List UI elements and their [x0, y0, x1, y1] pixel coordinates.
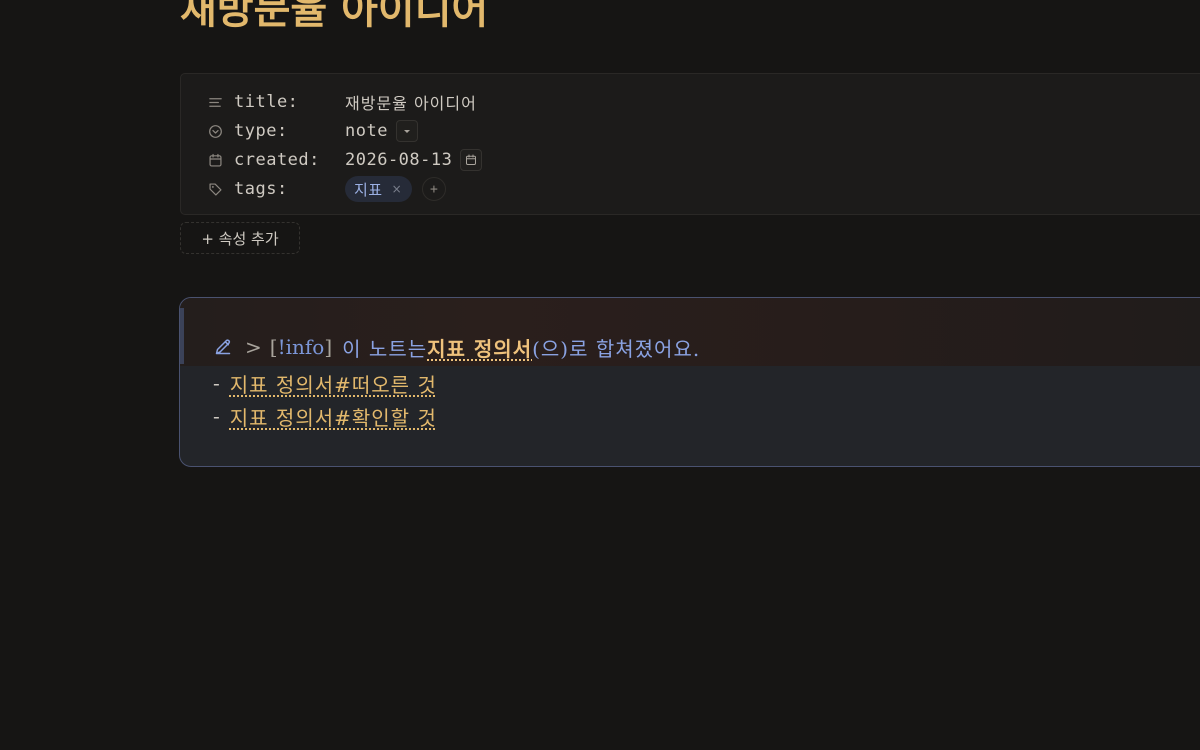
property-key: tags: — [234, 179, 288, 199]
property-row-title[interactable]: title: 재방문율 아이디어 — [207, 89, 477, 115]
property-value-tags: 지표 × + — [345, 176, 447, 202]
callout-title-line[interactable]: > [ !info ] 이 노트는 지표 정의서 (으)로 합쳐졌어요. — [213, 332, 700, 362]
property-value-type[interactable]: note — [345, 120, 418, 142]
property-key: created: — [234, 150, 320, 170]
callout-suffix: (으)로 합쳐졌어요. — [532, 336, 701, 361]
type-dropdown-button[interactable] — [395, 120, 418, 142]
callout-bracket-open: [ — [269, 335, 278, 359]
callout-text: 이 노트는 — [342, 336, 428, 361]
property-row-tags[interactable]: tags: 지표 × + — [207, 176, 447, 202]
property-key: title: — [234, 92, 299, 112]
calendar-icon — [466, 154, 477, 166]
callout-bracket-close: ] — [324, 335, 333, 359]
pencil-icon[interactable] — [213, 337, 233, 357]
tag-label: 지표 — [354, 180, 383, 199]
internal-link[interactable]: 지표 정의서#확인할 것 — [230, 402, 437, 431]
created-date: 2026-08-13 — [345, 150, 453, 170]
list-dash: - — [213, 404, 220, 428]
internal-link[interactable]: 지표 정의서 — [427, 333, 532, 362]
type-value: note — [345, 121, 388, 141]
tag-chip[interactable]: 지표 × — [345, 176, 413, 202]
property-key: type: — [234, 121, 288, 141]
quote-marker: > — [245, 335, 262, 359]
page-title: 재방문율 아이디어 — [180, 0, 489, 33]
property-value-created[interactable]: 2026-08-13 — [345, 149, 483, 171]
text-lines-icon — [207, 94, 223, 110]
list-item: - 지표 정의서#떠오른 것 — [213, 368, 437, 398]
tag-icon — [207, 181, 223, 197]
list-item: - 지표 정의서#확인할 것 — [213, 401, 437, 431]
property-value-title[interactable]: 재방문율 아이디어 — [345, 90, 477, 114]
internal-link[interactable]: 지표 정의서#떠오른 것 — [230, 369, 437, 398]
properties-panel: title: 재방문율 아이디어 type: note created: 202… — [180, 73, 1200, 215]
info-callout[interactable]: > [ !info ] 이 노트는 지표 정의서 (으)로 합쳐졌어요. - 지… — [179, 297, 1200, 467]
property-row-type[interactable]: type: note — [207, 118, 418, 144]
add-tag-button[interactable]: + — [422, 177, 447, 201]
date-picker-button[interactable] — [460, 149, 483, 171]
caret-down-icon — [403, 130, 410, 133]
add-property-button[interactable]: + 속성 추가 — [180, 222, 300, 254]
list-dash: - — [213, 371, 220, 395]
tag-remove-icon[interactable]: × — [392, 182, 403, 196]
callout-type-marker: !info — [277, 335, 325, 359]
property-row-created[interactable]: created: 2026-08-13 — [207, 147, 483, 173]
circle-chevron-icon — [207, 123, 223, 139]
calendar-icon — [207, 152, 223, 168]
